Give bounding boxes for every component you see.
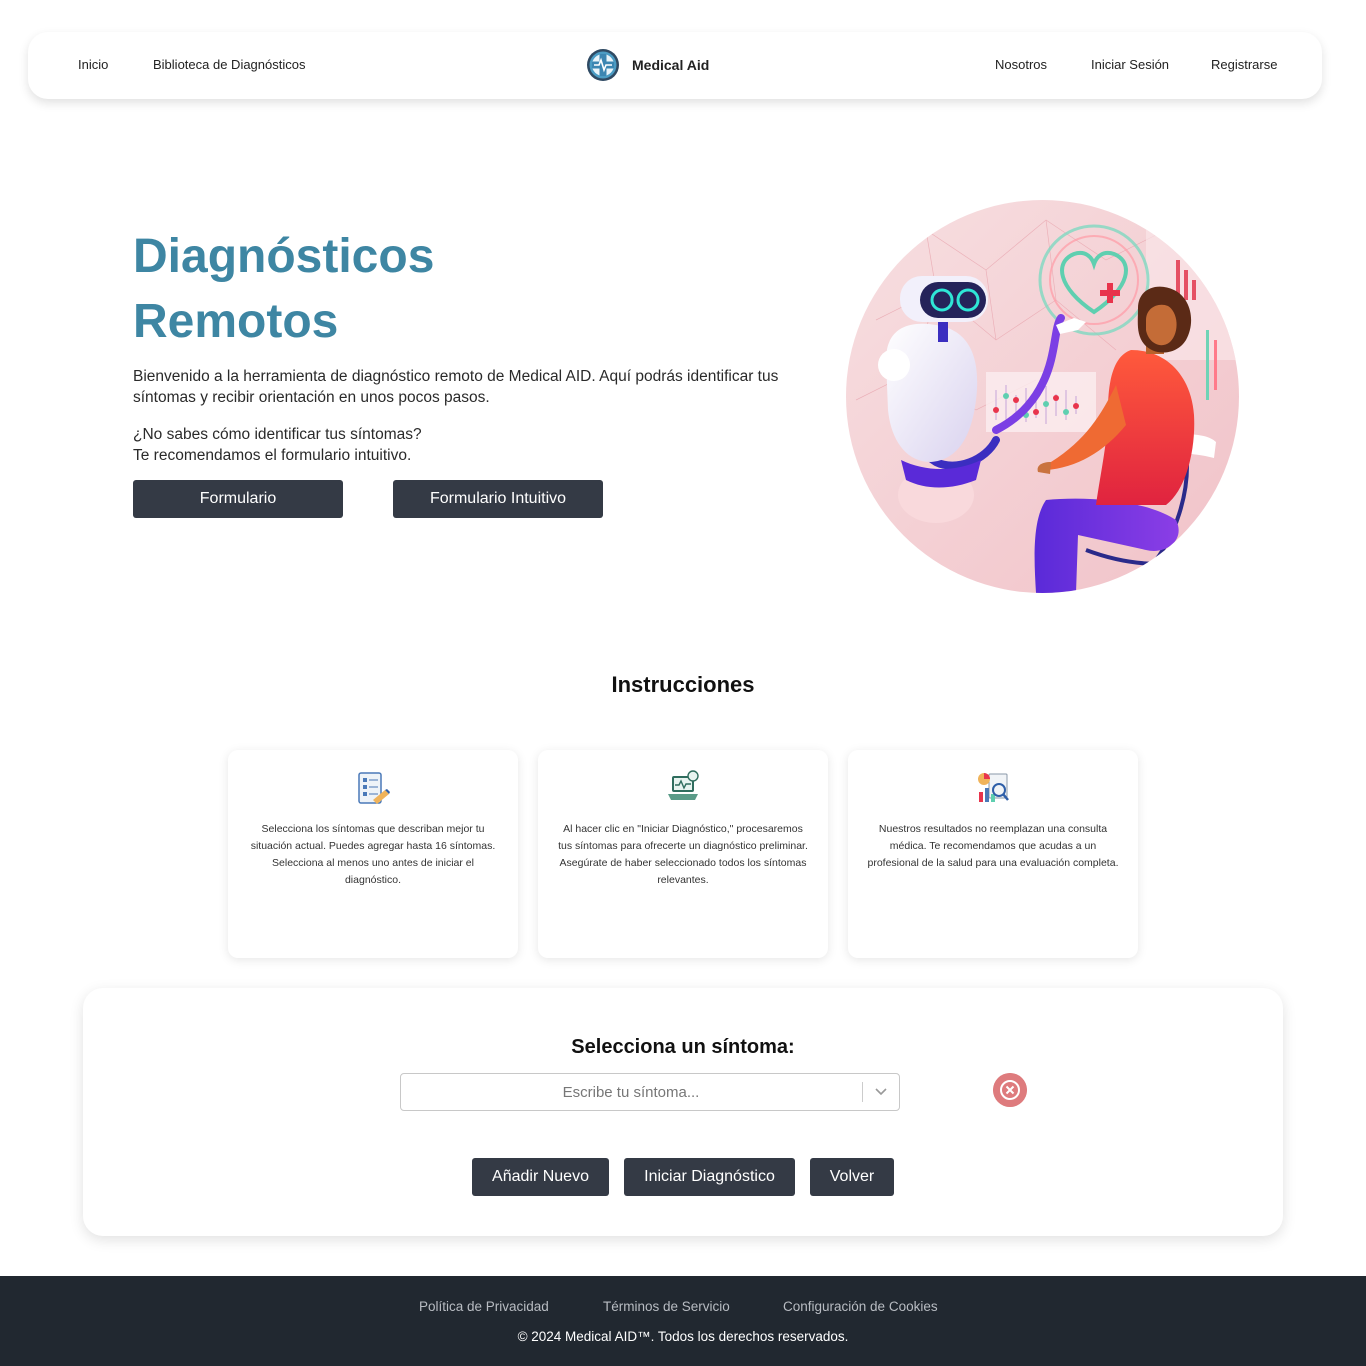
add-symptom-button[interactable]: Añadir Nuevo (472, 1158, 609, 1196)
remove-symptom-icon[interactable] (993, 1073, 1027, 1107)
formulario-intuitivo-button[interactable]: Formulario Intuitivo (393, 480, 603, 518)
chevron-down-icon[interactable] (871, 1084, 891, 1100)
nav-link-nosotros[interactable]: Nosotros (995, 57, 1047, 72)
medical-cross-logo-icon (587, 49, 619, 81)
nav-link-registrarse[interactable]: Registrarse (1211, 57, 1277, 72)
formulario-button[interactable]: Formulario (133, 480, 343, 518)
instruction-card-diagnosis: Al hacer clic en "Iniciar Diagnóstico," … (538, 750, 828, 958)
footer-link-cookies[interactable]: Configuración de Cookies (783, 1299, 938, 1314)
back-button[interactable]: Volver (810, 1158, 894, 1196)
footer-link-terms[interactable]: Términos de Servicio (603, 1299, 730, 1314)
symptom-input[interactable] (401, 1074, 861, 1110)
checklist-icon (358, 772, 390, 804)
navbar: Inicio Biblioteca de Diagnósticos Medica… (28, 32, 1322, 99)
footer-link-privacy[interactable]: Política de Privacidad (419, 1299, 549, 1314)
hero-recommendation-text: Te recomendamos el formulario intuitivo. (133, 447, 412, 464)
symptom-panel: Selecciona un síntoma: Añadir Nuevo Inic… (83, 988, 1283, 1236)
nav-link-biblioteca[interactable]: Biblioteca de Diagnósticos (153, 57, 305, 72)
nav-link-iniciar-sesion[interactable]: Iniciar Sesión (1091, 57, 1169, 72)
robot-doctor-illustration (846, 200, 1239, 593)
instructions-title: Instrucciones (611, 672, 755, 697)
laptop-diagnosis-icon (668, 770, 699, 800)
brand[interactable]: Medical Aid (586, 47, 709, 83)
symptom-select[interactable] (400, 1073, 900, 1111)
hero-title-line2: Remotos (133, 295, 339, 348)
card-text: Al hacer clic en "Iniciar Diagnóstico," … (558, 823, 808, 886)
hero-recommendation: ¿No sabes cómo identificar tus síntomas?… (133, 424, 823, 466)
instruction-card-select: Selecciona los síntomas que describan me… (228, 750, 518, 958)
footer-copyright: © 2024 Medical AID™. Todos los derechos … (517, 1329, 849, 1344)
brand-title: Medical Aid (632, 57, 710, 73)
card-text: Nuestros resultados no reemplazan una co… (867, 823, 1119, 869)
symptom-panel-title: Selecciona un síntoma: (571, 1036, 795, 1058)
nav-link-inicio[interactable]: Inicio (78, 57, 108, 72)
start-diagnosis-button[interactable]: Iniciar Diagnóstico (624, 1158, 795, 1196)
hero-title-line1: Diagnósticos (133, 230, 435, 283)
analytics-report-icon (978, 773, 1009, 802)
hero-intro: Bienvenido a la herramienta de diagnósti… (133, 368, 779, 406)
instruction-card-disclaimer: Nuestros resultados no reemplazan una co… (848, 750, 1138, 958)
footer: Política de Privacidad Términos de Servi… (0, 1276, 1366, 1366)
hero-question: ¿No sabes cómo identificar tus síntomas? (133, 426, 422, 443)
hero-title: Diagnósticos Remotos (133, 224, 633, 354)
select-separator (862, 1082, 863, 1102)
card-text: Selecciona los síntomas que describan me… (250, 823, 496, 886)
